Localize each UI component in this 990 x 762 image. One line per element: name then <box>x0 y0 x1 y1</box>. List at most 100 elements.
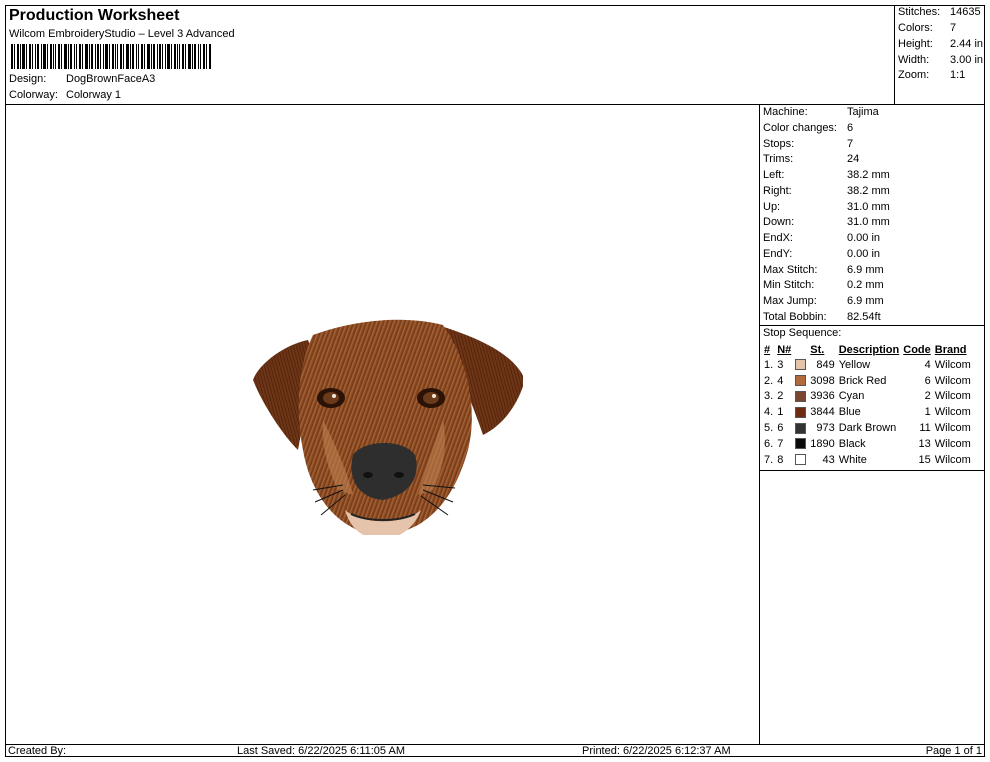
stat-value: 3.00 in <box>950 54 984 66</box>
last-saved: Last Saved: 6/22/2025 6:11:05 AM <box>237 745 405 757</box>
color-swatch <box>795 454 807 466</box>
stat-stitches: Stitches: 14635 <box>898 6 981 18</box>
table-row: 1. 3 849 Yellow 4 Wilcom <box>762 357 973 373</box>
info-label: Stops: <box>763 138 795 150</box>
info-row: Trims: 24 <box>763 153 859 165</box>
printed-date: Printed: 6/22/2025 6:12:37 AM <box>582 745 731 757</box>
thread-brand: Wilcom <box>934 406 971 419</box>
stat-label: Colors: <box>898 22 933 34</box>
stat-label: Width: <box>898 54 930 66</box>
stat-value: 1:1 <box>950 69 966 81</box>
thread-brand: Wilcom <box>934 437 971 450</box>
stat-label: Height: <box>898 38 933 50</box>
thread-code: 1 <box>924 406 931 419</box>
info-value: 38.2 mm <box>847 169 890 181</box>
info-value: 24 <box>847 153 860 165</box>
created-by: Created By: <box>8 745 67 757</box>
color-swatch <box>795 375 807 387</box>
stitch-count: 973 <box>816 422 835 435</box>
thread-description: Black <box>838 437 866 450</box>
info-label: Machine: <box>763 106 808 118</box>
info-value: Tajima <box>847 106 879 118</box>
info-value: 0.2 mm <box>847 279 884 291</box>
worksheet-footer: Created By: Last Saved: 6/22/2025 6:11:0… <box>6 744 984 757</box>
col-header-needle: N# <box>777 343 792 356</box>
info-row: EndY: 0.00 in <box>763 248 880 260</box>
col-header-description: Description <box>838 343 900 356</box>
color-swatch-cell <box>793 452 808 468</box>
table-row: 2. 4 3098 Brick Red 6 Wilcom <box>762 373 973 389</box>
table-header-row: # N# St. Description Code Brand <box>762 342 973 357</box>
table-row: 6. 7 1890 Black 13 Wilcom <box>762 436 973 452</box>
info-label: Up: <box>763 201 781 213</box>
needle-number: 2 <box>777 390 784 403</box>
info-value: 38.2 mm <box>847 185 890 197</box>
thread-description: Dark Brown <box>838 422 897 435</box>
thread-brand: Wilcom <box>934 390 971 403</box>
row-index: 1. <box>764 358 774 371</box>
stat-label: Stitches: <box>898 6 941 18</box>
row-index: 3. <box>764 390 774 403</box>
info-label: Max Stitch: <box>763 264 818 276</box>
stitch-count: 849 <box>816 358 835 371</box>
info-label: Right: <box>763 185 792 197</box>
thread-description: Blue <box>838 406 861 419</box>
worksheet-header: Production Worksheet Wilcom EmbroiderySt… <box>6 6 895 105</box>
info-value: 0.00 in <box>847 232 881 244</box>
info-value: 7 <box>847 138 854 150</box>
page-number: Page 1 of 1 <box>925 745 982 757</box>
color-swatch-cell <box>793 389 808 405</box>
info-label: Trims: <box>763 153 794 165</box>
stat-value: 7 <box>950 22 957 34</box>
info-value: 6 <box>847 122 854 134</box>
needle-number: 1 <box>777 406 784 419</box>
color-swatch-cell <box>793 436 808 452</box>
info-row: Down: 31.0 mm <box>763 216 890 228</box>
thread-description: Brick Red <box>838 374 887 387</box>
thread-code: 11 <box>919 422 931 435</box>
table-row: 5. 6 973 Dark Brown 11 Wilcom <box>762 420 973 436</box>
page-title: Production Worksheet <box>9 7 180 24</box>
info-value: 6.9 mm <box>847 264 884 276</box>
thread-code: 2 <box>924 390 931 403</box>
info-label: EndX: <box>763 232 793 244</box>
stat-colors: Colors: 7 <box>898 22 956 34</box>
info-value: 0.00 in <box>847 248 881 260</box>
design-stats: Stitches: 14635 Colors: 7 Height: 2.44 in W… <box>895 6 984 105</box>
info-label: Max Jump: <box>763 295 817 307</box>
col-header-index: # <box>764 343 771 356</box>
row-index: 5. <box>764 422 774 435</box>
design-row: Design: DogBrownFaceA3 <box>9 73 155 85</box>
stat-height: Height: 2.44 in <box>898 38 983 50</box>
info-value: 82.54ft <box>847 311 881 323</box>
thread-code: 13 <box>918 437 931 450</box>
table-row: 4. 1 3844 Blue 1 Wilcom <box>762 404 973 420</box>
info-label: Down: <box>763 216 795 228</box>
color-swatch <box>795 359 807 371</box>
stat-width: Width: 3.00 in <box>898 54 983 66</box>
machine-info-panel: Machine: Tajima Color changes: 6 Stops: 7 T… <box>760 105 984 744</box>
info-row: Total Bobbin: 82.54ft <box>763 311 881 323</box>
color-swatch-cell <box>793 420 808 436</box>
col-header-code: Code <box>903 343 931 356</box>
info-label: Color changes: <box>763 122 837 134</box>
row-index: 4. <box>764 406 774 419</box>
col-header-stitches: St. <box>810 343 825 356</box>
thread-code: 4 <box>924 358 931 371</box>
color-swatch-cell <box>793 404 808 420</box>
stop-sequence-title: Stop Sequence: <box>763 327 842 339</box>
row-index: 2. <box>764 374 774 387</box>
colorway-value: Colorway 1 <box>66 89 122 101</box>
table-row: 7. 8 43 White 15 Wilcom <box>762 452 973 468</box>
needle-number: 4 <box>777 374 784 387</box>
info-row: Max Jump: 6.9 mm <box>763 295 884 307</box>
info-row: Right: 38.2 mm <box>763 185 890 197</box>
color-swatch <box>795 406 807 418</box>
info-row: Machine: Tajima <box>763 106 879 118</box>
info-row: Max Stitch: 6.9 mm <box>763 264 884 276</box>
design-label: Design: <box>9 73 47 85</box>
stat-zoom: Zoom: 1:1 <box>898 69 965 81</box>
info-row: Up: 31.0 mm <box>763 201 890 213</box>
stat-value: 14635 <box>950 6 981 18</box>
barcode-image <box>11 44 211 69</box>
